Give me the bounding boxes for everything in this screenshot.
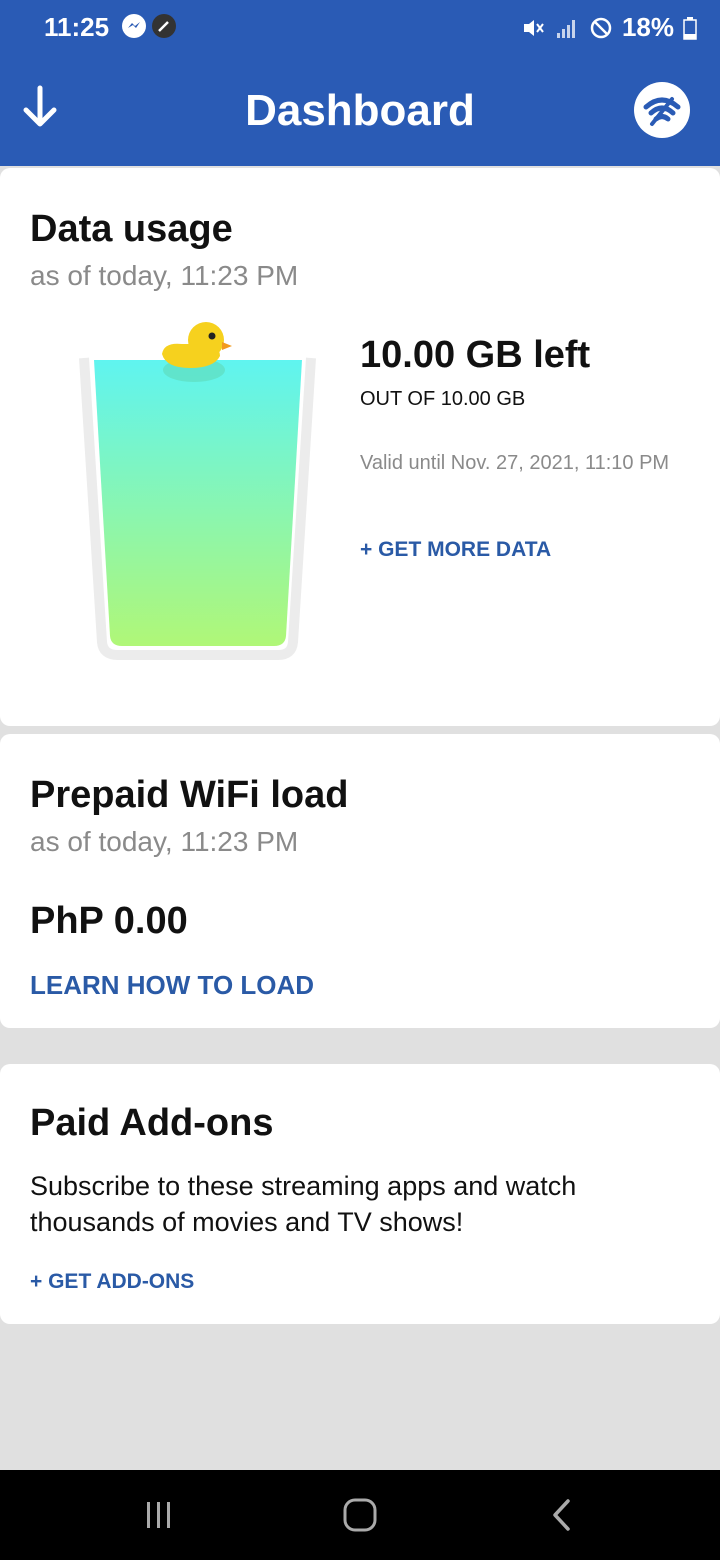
mute-icon bbox=[523, 19, 544, 36]
data-usage-glass bbox=[79, 322, 316, 660]
page-title: Dashboard bbox=[245, 86, 475, 135]
messenger-icon bbox=[122, 14, 146, 38]
recents-icon[interactable] bbox=[139, 1495, 179, 1535]
paid-addons-title: Paid Add-ons bbox=[30, 1102, 274, 1144]
home-icon[interactable] bbox=[340, 1495, 380, 1535]
data-usage-timestamp: as of today, 11:23 PM bbox=[30, 260, 299, 291]
prepaid-wifi-timestamp: as of today, 11:23 PM bbox=[30, 826, 299, 857]
data-usage-card: Data usage as of today, 11:23 PM 10.00 G… bbox=[0, 168, 720, 726]
signal-icon bbox=[556, 19, 575, 38]
duck-icon bbox=[162, 322, 232, 382]
paid-addons-description: Subscribe to these streaming apps and wa… bbox=[30, 1171, 577, 1237]
prepaid-wifi-title: Prepaid WiFi load bbox=[30, 774, 349, 816]
get-add-ons-link[interactable]: + GET ADD-ONS bbox=[30, 1270, 194, 1294]
data-remaining-amount: 10.00 GB left bbox=[360, 334, 591, 376]
app-bar: Dashboard bbox=[0, 54, 720, 166]
navigation-bar bbox=[0, 1470, 720, 1560]
get-more-data-link[interactable]: + GET MORE DATA bbox=[360, 538, 551, 562]
status-right: 18% bbox=[520, 12, 698, 43]
dnd-icon bbox=[590, 17, 612, 38]
data-usage-title: Data usage bbox=[30, 208, 233, 250]
battery-icon bbox=[683, 16, 697, 40]
status-time: 11:25 bbox=[44, 12, 110, 42]
wifi-load-balance: PhP 0.00 bbox=[30, 900, 188, 942]
paid-addons-card: Paid Add-ons Subscribe to these streamin… bbox=[0, 1064, 720, 1324]
learn-how-to-load-link[interactable]: LEARN HOW TO LOAD bbox=[30, 970, 314, 1001]
status-bar: 11:25 18% bbox=[0, 0, 720, 54]
wifi-logo-button[interactable] bbox=[634, 82, 690, 138]
data-validity: Valid until Nov. 27, 2021, 11:10 PM bbox=[360, 452, 670, 474]
prepaid-wifi-card: Prepaid WiFi load as of today, 11:23 PM … bbox=[0, 734, 720, 1028]
wifi-logo-icon bbox=[643, 97, 681, 126]
battery-percent: 18% bbox=[621, 12, 674, 42]
edit-icon bbox=[152, 14, 176, 38]
data-total: OUT OF 10.00 GB bbox=[360, 388, 526, 410]
back-icon[interactable] bbox=[542, 1495, 582, 1535]
